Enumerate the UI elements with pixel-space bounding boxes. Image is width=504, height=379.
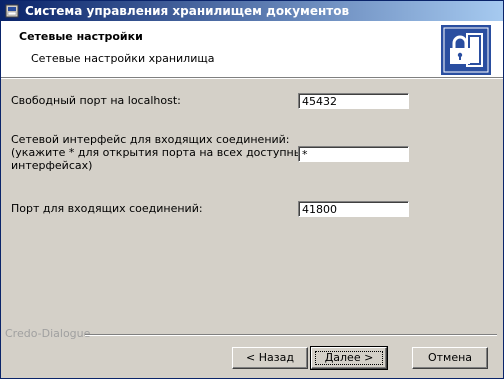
page-title: Сетевые настройки — [19, 30, 143, 43]
incoming-port-field[interactable]: 41800 — [298, 201, 409, 217]
wizard-window: Система управления хранилищем документов… — [0, 0, 504, 379]
footer-divider — [85, 334, 497, 336]
iface-label-line-1: Сетевой интерфейс для входящих соединени… — [11, 133, 290, 146]
iface-field[interactable]: * — [298, 146, 409, 162]
page-subtitle: Сетевые настройки хранилища — [31, 52, 215, 65]
port-field[interactable]: 45432 — [298, 93, 409, 109]
back-button-label: < Назад — [246, 351, 294, 364]
cancel-button[interactable]: Отмена — [412, 347, 488, 369]
header-divider — [1, 78, 503, 79]
focus-rect — [315, 351, 383, 365]
incoming-port-label: Порт для входящих соединений: — [11, 202, 203, 215]
iface-label-line-2: (укажите * для открытия порта на всех до… — [11, 146, 309, 159]
lock-door-icon — [441, 25, 491, 75]
group-label: Credo-Dialogue — [5, 327, 91, 340]
back-button[interactable]: < Назад — [232, 347, 308, 369]
app-icon — [5, 4, 19, 18]
iface-label-line-3: интерфейсах) — [11, 159, 93, 172]
title-bar[interactable]: Система управления хранилищем документов — [1, 1, 503, 21]
wizard-header: Сетевые настройки Сетевые настройки хран… — [1, 21, 503, 78]
window-title: Система управления хранилищем документов — [25, 4, 350, 18]
cancel-button-label: Отмена — [427, 351, 473, 364]
port-label: Свободный порт на localhost: — [11, 94, 181, 107]
next-button[interactable]: Далее > — [310, 346, 388, 370]
